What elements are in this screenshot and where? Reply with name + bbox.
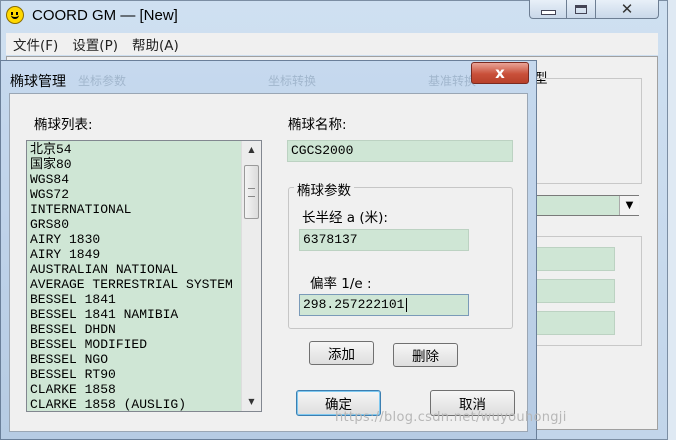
scroll-down-icon[interactable]: ▼ (242, 393, 261, 410)
ellipsoid-list-item[interactable]: BESSEL 1841 NAMIBIA (30, 307, 242, 322)
ellipsoid-list-item[interactable]: CLARKE 1858 (AUSLIG) (30, 397, 242, 411)
scroll-thumb[interactable] (244, 165, 259, 219)
list-scrollbar[interactable]: ▲ ▼ (241, 141, 261, 411)
ellipsoid-list-item[interactable]: BESSEL 1841 (30, 292, 242, 307)
background-tab-3: 基准转换 (428, 74, 477, 88)
dialog-close-button[interactable]: x (471, 62, 529, 84)
close-icon: x (495, 64, 505, 82)
dialog-title: 椭球管理 (10, 74, 66, 90)
maximize-button[interactable] (566, 0, 596, 19)
ellipsoid-list-item[interactable]: 北京54 (30, 142, 242, 157)
flattening-label: 偏率 1/e : (310, 276, 372, 292)
ellipsoid-list-item[interactable]: AVERAGE TERRESTRIAL SYSTEM (30, 277, 242, 292)
ellipsoid-params-title: 椭球参数 (294, 179, 354, 199)
ellipsoid-list-item[interactable]: AIRY 1849 (30, 247, 242, 262)
maximize-icon (575, 4, 587, 14)
menu-file[interactable]: 文件(F) (6, 34, 65, 54)
ellipsoid-list-item[interactable]: WGS72 (30, 187, 242, 202)
ellipsoid-list-item[interactable]: WGS84 (30, 172, 242, 187)
dropdown-arrow-icon[interactable]: ▼ (619, 196, 639, 215)
text-caret (406, 298, 407, 312)
menu-settings[interactable]: 设置(P) (65, 34, 125, 54)
semi-major-axis-field[interactable]: 6378137 (299, 229, 469, 251)
ellipsoid-list-item[interactable]: AIRY 1830 (30, 232, 242, 247)
ellipsoid-list-item[interactable]: CLARKE 1858 (30, 382, 242, 397)
right-field-3[interactable] (535, 311, 615, 335)
background-tab-2: 坐标转换 (268, 74, 317, 88)
ellipsoid-list-item[interactable]: INTERNATIONAL (30, 202, 242, 217)
ellipsoid-list-item[interactable]: AUSTRALIAN NATIONAL (30, 262, 242, 277)
close-button[interactable]: ✕ (595, 0, 659, 19)
right-field-1[interactable] (535, 247, 615, 271)
scroll-grip-icon (248, 188, 255, 197)
main-window-title: COORD GM — [New] (32, 6, 178, 24)
ellipsoid-list-item[interactable]: BESSEL RT90 (30, 367, 242, 382)
ellipsoid-list-item[interactable]: BESSEL MODIFIED (30, 337, 242, 352)
ellipsoid-list-item[interactable]: BESSEL DHDN (30, 322, 242, 337)
add-button[interactable]: 添加 (309, 341, 374, 365)
right-group-box-top (535, 78, 642, 184)
main-title-bar: COORD GM — [New] (6, 4, 178, 26)
smiley-icon (6, 6, 24, 24)
minimize-button[interactable] (529, 0, 567, 19)
menu-bar: 文件(F) 设置(P) 帮助(A) (6, 33, 658, 55)
flattening-field[interactable]: 298.257222101 (299, 294, 469, 316)
ellipsoid-list: 北京54 国家80 WGS84 WGS72 INTERNATIONAL GRS80 AIRY… (30, 142, 242, 411)
delete-button[interactable]: 删除 (393, 343, 458, 367)
ellipsoid-listbox[interactable]: 北京54 国家80 WGS84 WGS72 INTERNATIONAL GRS80 AIRY… (26, 140, 262, 412)
ellipsoid-list-label: 椭球列表: (34, 117, 93, 133)
watermark-text: https://blog.csdn.net/wuyouhongji (335, 410, 567, 425)
right-field-2[interactable] (535, 279, 615, 303)
ellipsoid-name-label: 椭球名称: (288, 117, 347, 133)
background-tab-1: 坐标参数 (78, 74, 127, 88)
minimize-icon (540, 9, 556, 15)
menu-help[interactable]: 帮助(A) (125, 34, 186, 54)
semi-major-axis-label: 长半经 a (米): (302, 210, 388, 226)
ellipsoid-list-item[interactable]: 国家80 (30, 157, 242, 172)
ellipsoid-name-field[interactable]: CGCS2000 (287, 140, 513, 162)
ellipsoid-list-item[interactable]: GRS80 (30, 217, 242, 232)
scroll-up-icon[interactable]: ▲ (242, 141, 261, 158)
close-icon: ✕ (620, 0, 634, 18)
ellipsoid-list-item[interactable]: BESSEL NGO (30, 352, 242, 367)
